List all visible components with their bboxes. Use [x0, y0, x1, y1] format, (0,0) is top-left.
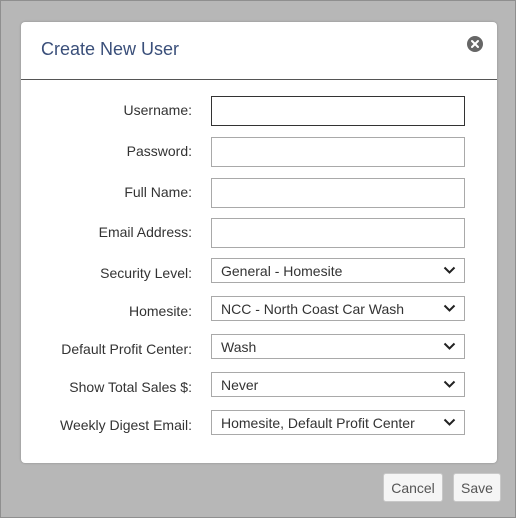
username-input[interactable] [211, 96, 465, 126]
homesite-select[interactable]: NCC - North Coast Car Wash [211, 296, 465, 321]
chevron-down-icon [443, 304, 456, 312]
security-level-value: General - Homesite [221, 263, 343, 279]
show-total-sales-label: Show Total Sales $: [69, 379, 192, 395]
security-level-label: Security Level: [100, 265, 192, 281]
chevron-down-icon [443, 418, 456, 426]
homesite-label: Homesite: [128, 303, 192, 319]
homesite-value: NCC - North Coast Car Wash [221, 301, 405, 317]
show-total-sales-select[interactable]: Never [211, 372, 465, 397]
full-name-label: Full Name: [124, 184, 192, 200]
default-profit-center-value: Wash [221, 339, 257, 355]
create-user-dialog: Create New User Username: Password: Full… [21, 22, 497, 463]
chevron-down-icon [443, 342, 456, 350]
weekly-digest-email-select[interactable]: Homesite, Default Profit Center [211, 410, 465, 435]
weekly-digest-email-label: Weekly Digest Email: [59, 417, 192, 433]
username-label: Username: [123, 102, 192, 118]
default-profit-center-select[interactable]: Wash [211, 334, 465, 359]
dialog-header: Create New User [21, 22, 497, 80]
show-total-sales-value: Never [221, 377, 259, 393]
security-level-select[interactable]: General - Homesite [211, 258, 465, 283]
email-input[interactable] [211, 218, 465, 248]
save-button[interactable]: Save [453, 473, 501, 502]
app-window: Create New User Username: Password: Full… [0, 0, 516, 518]
chevron-down-icon [443, 266, 456, 274]
email-label: Email Address: [98, 224, 192, 240]
full-name-input[interactable] [211, 178, 465, 208]
dialog-title: Create New User [41, 39, 180, 59]
password-input[interactable] [211, 137, 465, 167]
default-profit-center-label: Default Profit Center: [61, 341, 192, 357]
weekly-digest-email-value: Homesite, Default Profit Center [221, 415, 415, 431]
chevron-down-icon [443, 380, 456, 388]
cancel-button[interactable]: Cancel [383, 473, 443, 502]
password-label: Password: [126, 143, 192, 159]
close-icon[interactable] [467, 36, 483, 52]
